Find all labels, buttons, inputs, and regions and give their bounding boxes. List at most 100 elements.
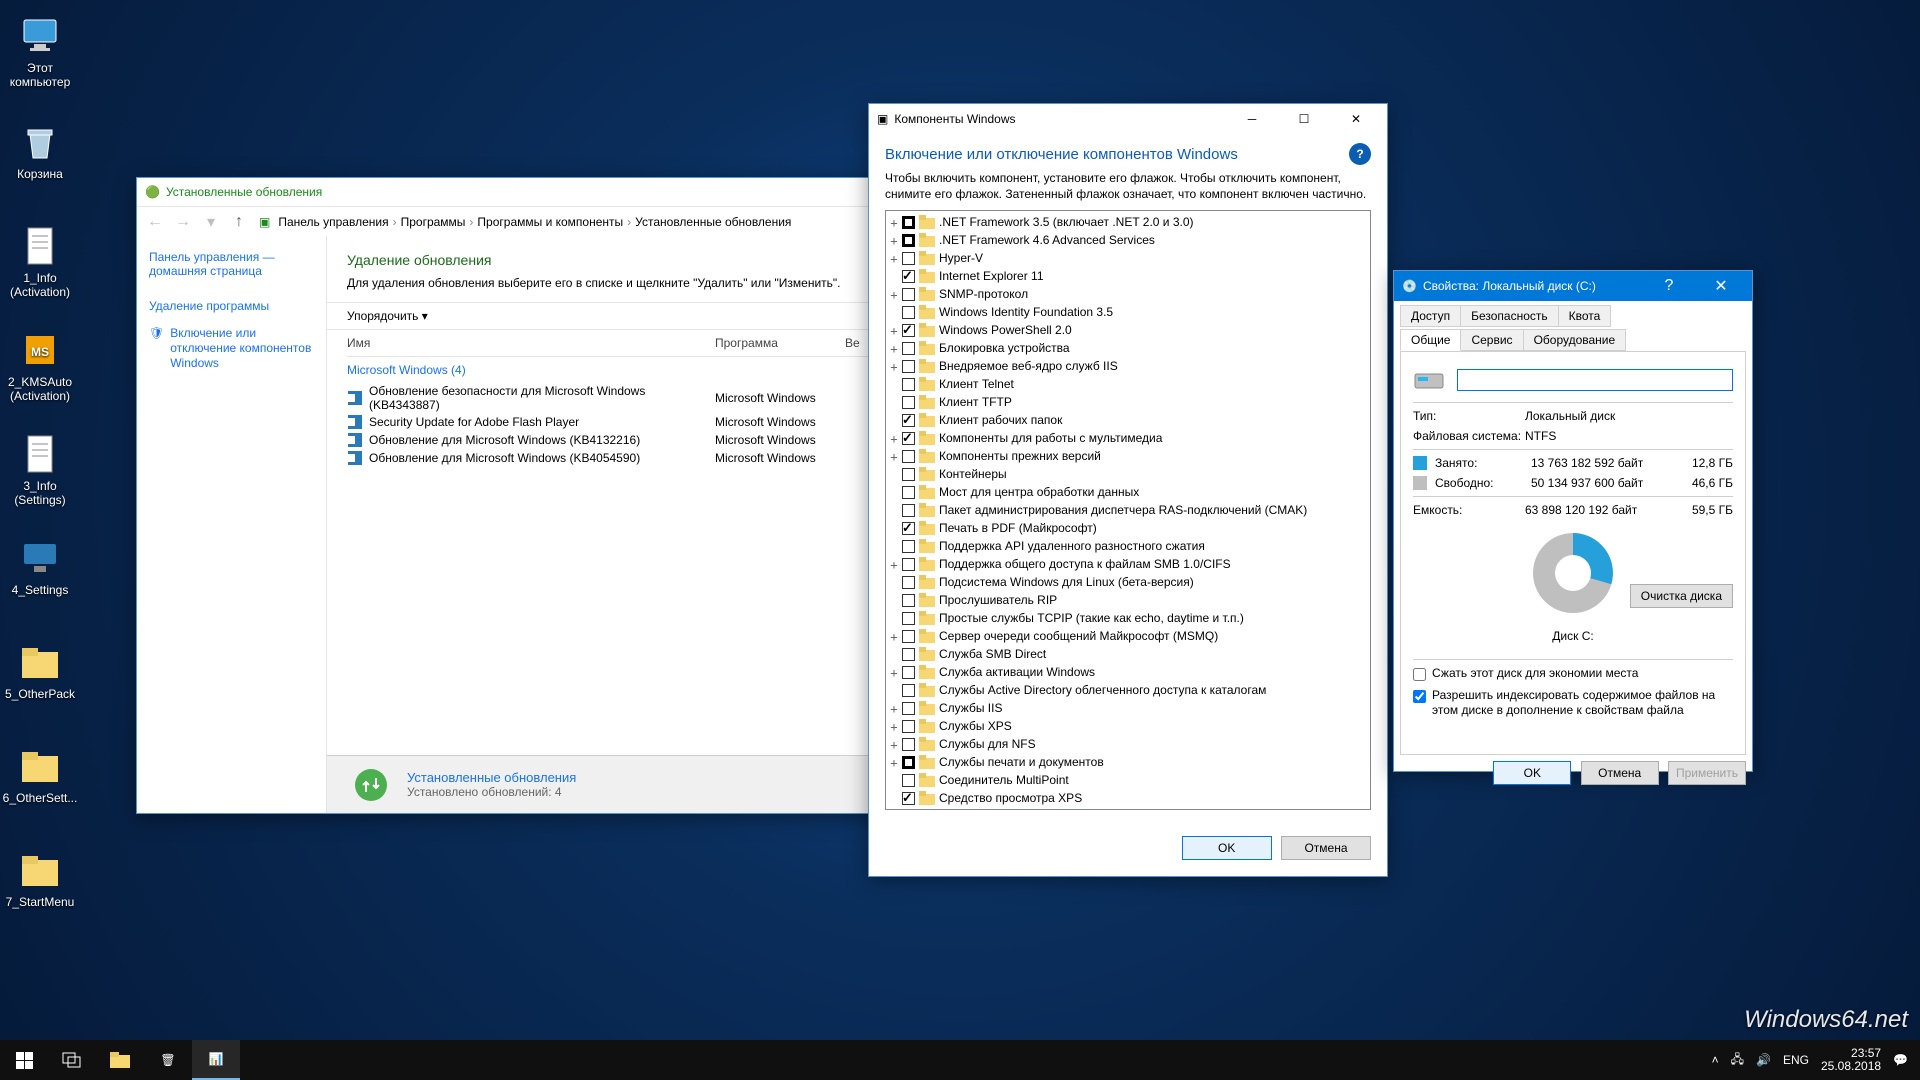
window-titlebar[interactable]: 🟢 Установленные обновления (137, 178, 890, 206)
feature-checkbox[interactable] (902, 342, 915, 355)
feature-node[interactable]: Мост для центра обработки данных (888, 483, 1368, 501)
expand-toggle[interactable]: + (888, 360, 900, 372)
feature-checkbox[interactable] (902, 540, 915, 553)
feature-node[interactable]: +Сервер очереди сообщений Майкрософт (MS… (888, 627, 1368, 645)
feature-checkbox[interactable] (902, 630, 915, 643)
disk-cleanup-button[interactable]: Очистка диска (1630, 584, 1733, 608)
tab-general[interactable]: Общие (1400, 329, 1461, 351)
feature-checkbox[interactable] (902, 738, 915, 751)
feature-node[interactable]: Подсистема Windows для Linux (бета-верси… (888, 573, 1368, 591)
update-row[interactable]: Обновление безопасности для Microsoft Wi… (347, 383, 870, 413)
explorer-taskbar-button[interactable] (96, 1040, 144, 1080)
feature-checkbox[interactable] (902, 612, 915, 625)
window-titlebar[interactable]: ▣ Компоненты Windows ─ ☐ ✕ (869, 104, 1387, 134)
desktop-icon[interactable]: Корзина (2, 118, 78, 182)
feature-node[interactable]: Поддержка API удаленного разностного сжа… (888, 537, 1368, 555)
breadcrumb[interactable]: Панель управления› Программы› Программы … (278, 215, 791, 229)
feature-checkbox[interactable] (902, 594, 915, 607)
col-name[interactable]: Имя (347, 336, 715, 350)
feature-checkbox[interactable] (902, 720, 915, 733)
cancel-button[interactable]: Отмена (1281, 836, 1371, 860)
feature-node[interactable]: Пакет администрирования диспетчера RAS-п… (888, 501, 1368, 519)
feature-node[interactable]: +Службы для NFS (888, 735, 1368, 753)
feature-node[interactable]: Службы Active Directory облегченного дос… (888, 681, 1368, 699)
feature-node[interactable]: +SNMP-протокол (888, 285, 1368, 303)
feature-checkbox[interactable] (902, 324, 915, 337)
expand-toggle[interactable]: + (888, 630, 900, 642)
feature-checkbox[interactable] (902, 432, 915, 445)
taskbar-app-1[interactable]: 🗑 (144, 1040, 192, 1080)
sidebar-uninstall-link[interactable]: Удаление программы (137, 293, 326, 320)
maximize-button[interactable]: ☐ (1281, 104, 1327, 134)
desktop-icon[interactable]: 4_Settings (2, 534, 78, 598)
feature-checkbox[interactable] (902, 666, 915, 679)
desktop-icon[interactable]: 5_OtherPack (2, 638, 78, 702)
system-tray[interactable]: ˄ 🖧 🔊 ENG 23:57 25.08.2018 💬 (1700, 1047, 1920, 1073)
feature-checkbox[interactable] (902, 396, 915, 409)
minimize-button[interactable]: ─ (1229, 104, 1275, 134)
tray-language[interactable]: ENG (1783, 1053, 1809, 1067)
desktop-icon[interactable]: 3_Info(Settings) (2, 430, 78, 508)
feature-node[interactable]: Печать в PDF (Майкрософт) (888, 519, 1368, 537)
ok-button[interactable]: OK (1493, 761, 1571, 785)
feature-checkbox[interactable] (902, 252, 915, 265)
expand-toggle[interactable]: + (888, 234, 900, 246)
col-program[interactable]: Программа (715, 336, 845, 350)
feature-node[interactable]: Клиент TFTP (888, 393, 1368, 411)
desktop-icon[interactable]: MS2_KMSAuto(Activation) (2, 326, 78, 404)
expand-toggle[interactable]: + (888, 450, 900, 462)
feature-node[interactable]: +Поддержка общего доступа к файлам SMB 1… (888, 555, 1368, 573)
apply-button[interactable]: Применить (1668, 761, 1746, 785)
window-titlebar[interactable]: 💿 Свойства: Локальный диск (C:) ? ✕ (1394, 271, 1752, 301)
feature-checkbox[interactable] (902, 288, 915, 301)
close-button[interactable]: ✕ (1333, 104, 1379, 134)
desktop-icon[interactable]: 1_Info(Activation) (2, 222, 78, 300)
feature-node[interactable]: +Службы XPS (888, 717, 1368, 735)
feature-checkbox[interactable] (902, 774, 915, 787)
organize-button[interactable]: Упорядочить ▾ (347, 309, 428, 323)
col-version[interactable]: Ве (845, 336, 860, 350)
expand-toggle[interactable]: + (888, 666, 900, 678)
feature-node[interactable]: +Компоненты для работы с мультимедиа (888, 429, 1368, 447)
feature-node[interactable]: +Hyper-V (888, 249, 1368, 267)
help-button[interactable]: ? (1646, 271, 1692, 301)
feature-checkbox[interactable] (902, 360, 915, 373)
update-row[interactable]: Security Update for Adobe Flash PlayerMi… (347, 413, 870, 431)
group-header[interactable]: Microsoft Windows (4) (347, 357, 870, 383)
feature-checkbox[interactable] (902, 216, 915, 229)
tray-chevron-icon[interactable]: ˄ (1712, 1053, 1719, 1067)
feature-checkbox[interactable] (902, 234, 915, 247)
feature-checkbox[interactable] (902, 684, 915, 697)
desktop-icon[interactable]: 7_StartMenu (2, 846, 78, 910)
feature-checkbox[interactable] (902, 576, 915, 589)
sidebar-home-link[interactable]: Панель управления — домашняя страница (137, 246, 326, 283)
feature-node[interactable]: +Блокировка устройства (888, 339, 1368, 357)
nav-back-button[interactable]: ← (143, 210, 167, 234)
expand-toggle[interactable]: + (888, 288, 900, 300)
feature-checkbox[interactable] (902, 504, 915, 517)
disk-label-input[interactable] (1457, 369, 1733, 391)
feature-checkbox[interactable] (902, 702, 915, 715)
feature-checkbox[interactable] (902, 792, 915, 805)
feature-node[interactable]: Средство просмотра XPS (888, 789, 1368, 807)
feature-node[interactable]: +Служба активации Windows (888, 663, 1368, 681)
expand-toggle[interactable]: + (888, 702, 900, 714)
desktop-icon[interactable]: Этоткомпьютер (2, 12, 78, 90)
feature-checkbox[interactable] (902, 756, 915, 769)
column-headers[interactable]: Имя Программа Ве (347, 330, 870, 357)
feature-checkbox[interactable] (902, 648, 915, 661)
feature-checkbox[interactable] (902, 486, 915, 499)
feature-node[interactable]: Соединитель MultiPoint (888, 771, 1368, 789)
feature-node[interactable]: +Службы печати и документов (888, 753, 1368, 771)
feature-node[interactable]: Простые службы TCPIP (такие как echo, da… (888, 609, 1368, 627)
taskbar[interactable]: 🗑 📊 ˄ 🖧 🔊 ENG 23:57 25.08.2018 💬 (0, 1040, 1920, 1080)
expand-toggle[interactable]: + (888, 738, 900, 750)
desktop-icon[interactable]: 6_OtherSett... (2, 742, 78, 806)
ok-button[interactable]: OK (1182, 836, 1272, 860)
expand-toggle[interactable]: + (888, 432, 900, 444)
feature-node[interactable]: +Службы IIS (888, 699, 1368, 717)
expand-toggle[interactable]: + (888, 756, 900, 768)
task-view-button[interactable] (48, 1040, 96, 1080)
features-tree[interactable]: +.NET Framework 3.5 (включает .NET 2.0 и… (885, 210, 1371, 810)
nav-recent-button[interactable]: ▾ (199, 210, 223, 234)
